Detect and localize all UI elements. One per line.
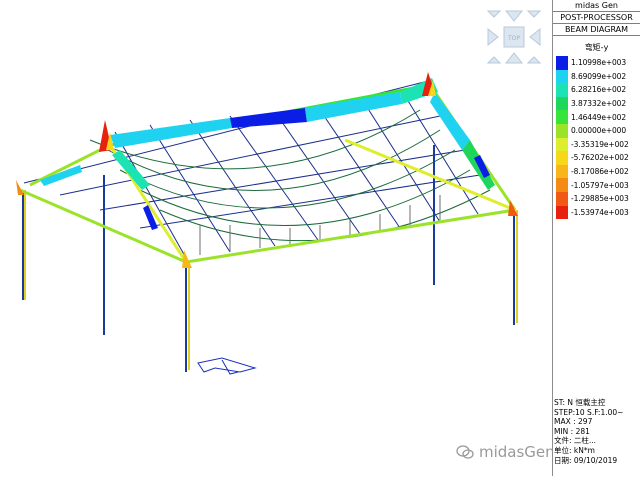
- legend-row: 6.28216e+002: [553, 83, 640, 97]
- legend-label: -1.29885e+003: [571, 194, 629, 204]
- legend-row: -1.29885e+003: [553, 191, 640, 206]
- legend-label: -1.05797e+003: [571, 180, 629, 190]
- legend-label: 0.00000e+000: [571, 126, 627, 136]
- legend-label: -8.17086e+002: [571, 167, 629, 177]
- legend-label: -1.53974e+003: [571, 207, 629, 217]
- info-line: MIN : 281: [554, 426, 590, 436]
- legend-row: -1.53974e+003: [553, 205, 640, 220]
- legend-row: 1.10998e+003: [553, 56, 640, 70]
- info-line: ST: N 恒载主控: [554, 398, 606, 407]
- view-cube-label: TOP: [507, 35, 520, 42]
- program-name: midas Gen: [575, 1, 618, 10]
- info-line: MAX : 297: [554, 417, 593, 427]
- legend-row: -3.35319e+002: [553, 137, 640, 152]
- legend-swatch: [556, 56, 568, 70]
- info-line: 日期: 09/10/2019: [554, 455, 618, 465]
- color-legend: 1.10998e+003 8.69099e+002 6.28216e+002 3.87…: [553, 56, 640, 220]
- legend-label: 8.69099e+002: [571, 71, 627, 81]
- legend-swatch: [556, 69, 568, 84]
- result-info: ST: N 恒载主控 STEP:10 S.F:1.00~ MAX : 297 MIN …: [553, 398, 640, 465]
- legend-label: 3.87332e+002: [571, 99, 627, 109]
- legend-title: 弯矩-y: [584, 43, 609, 52]
- module-name: POST-PROCESSOR: [553, 11, 640, 24]
- info-line: 单位: kN*m: [554, 445, 595, 455]
- legend-label: 1.46449e+002: [571, 112, 627, 122]
- legend-row: 1.46449e+002: [553, 110, 640, 124]
- beam-diagram-canvas: [16, 72, 518, 375]
- legend-label: -3.35319e+002: [571, 139, 629, 149]
- legend-swatch: [556, 191, 568, 206]
- legend-swatch: [556, 96, 568, 111]
- legend-swatch: [556, 110, 568, 124]
- legend-label: 6.28216e+002: [571, 85, 627, 95]
- legend-label: -5.76202e+002: [571, 153, 629, 163]
- legend-swatch: [556, 164, 568, 179]
- legend-swatch: [556, 151, 568, 165]
- legend-row: -8.17086e+002: [553, 164, 640, 179]
- wechat-icon: [456, 444, 474, 459]
- legend-row: 8.69099e+002: [553, 69, 640, 84]
- model-viewport[interactable]: TOP midasGen小饭专家: [0, 0, 615, 476]
- roof-grid: [23, 79, 491, 259]
- legend-swatch: [556, 137, 568, 152]
- legend-swatch: [556, 178, 568, 192]
- info-line: 文件: 二柱...: [554, 436, 597, 446]
- diagram-type: BEAM DIAGRAM: [553, 24, 640, 36]
- legend-row: -5.76202e+002: [553, 151, 640, 165]
- view-cube[interactable]: TOP: [486, 9, 542, 65]
- legend-row: -1.05797e+003: [553, 178, 640, 192]
- legend-row: 3.87332e+002: [553, 96, 640, 111]
- legend-swatch: [556, 123, 568, 138]
- legend-swatch: [556, 83, 568, 97]
- legend-swatch: [556, 205, 568, 220]
- axis-glyph: [197, 357, 257, 375]
- info-line: STEP:10 S.F:1.00~: [554, 407, 624, 417]
- moment-band: [40, 78, 495, 230]
- legend-label: 1.10998e+003: [571, 58, 627, 68]
- legend-row: 0.00000e+000: [553, 123, 640, 138]
- legend-panel: midas Gen POST-PROCESSOR BEAM DIAGRAM 弯矩…: [552, 0, 640, 476]
